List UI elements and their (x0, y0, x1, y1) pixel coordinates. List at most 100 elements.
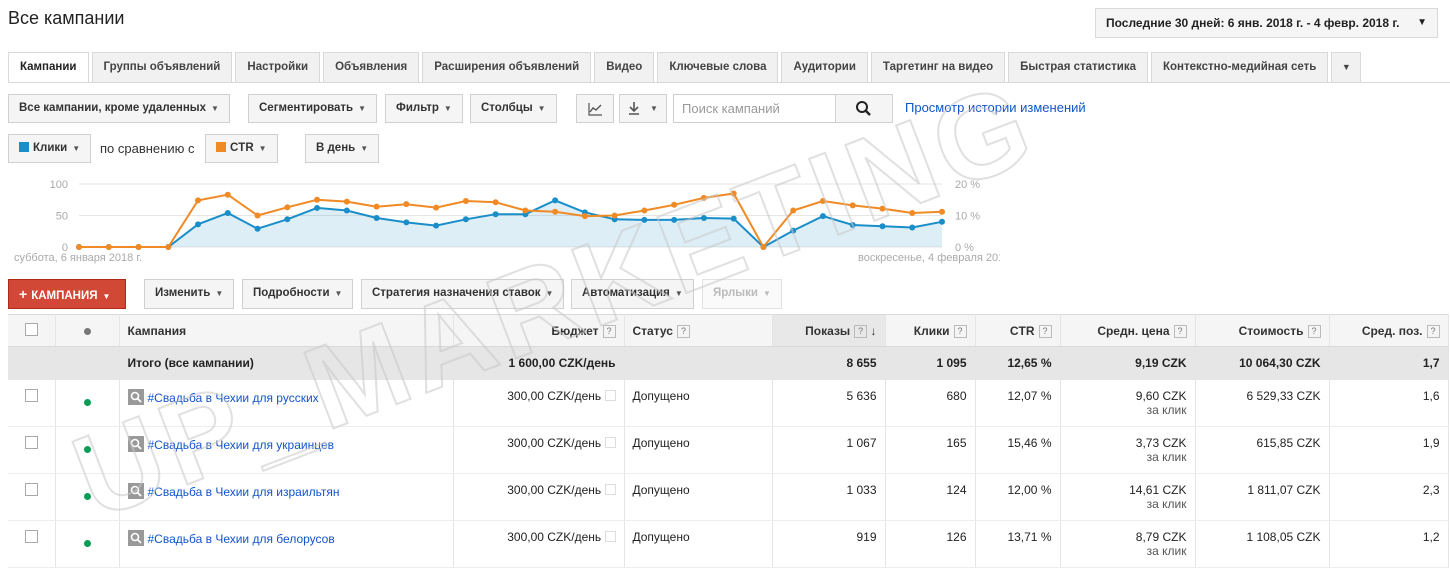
help-icon[interactable]: ? (1307, 324, 1321, 338)
avg-price-column-header[interactable]: Средн. цена? (1060, 314, 1196, 347)
tab-ads[interactable]: Объявления (323, 52, 420, 82)
row-checkbox[interactable] (24, 388, 38, 402)
row-status-cell (55, 520, 120, 568)
campaign-cell: #Свадьба в Чехии для белорусов (119, 520, 454, 568)
edit-budget-icon[interactable] (604, 389, 616, 401)
date-range-selector[interactable]: Последние 30 дней: 6 янв. 2018 г. - 4 фе… (1095, 8, 1438, 38)
data-point (641, 216, 648, 223)
tab-bar: Кампании Группы объявлений Настройки Объ… (8, 52, 1364, 83)
tab-ad-groups[interactable]: Группы объявлений (91, 52, 233, 82)
labels-dropdown[interactable]: Ярлыки ▼ (702, 279, 782, 309)
avg-price-cell: 3,73 CZK за клик (1060, 426, 1196, 474)
campaign-name-link[interactable]: #Свадьба в Чехии для украинцев (148, 438, 335, 452)
tab-more-dropdown[interactable]: ▼ (1331, 52, 1362, 82)
per-click-label: за клик (1146, 497, 1187, 511)
data-point (433, 204, 440, 211)
avg-price-value: 14,61 CZK (1129, 483, 1187, 497)
campaign-name-link[interactable]: #Свадьба в Чехии для израильтян (148, 485, 340, 499)
details-dropdown[interactable]: Подробности ▼ (242, 279, 354, 309)
status-cell: Допущено (624, 473, 773, 521)
segment-dropdown[interactable]: Сегментировать ▼ (248, 94, 378, 123)
right-tick-label: 20 % (955, 179, 980, 191)
edit-budget-icon[interactable] (604, 484, 616, 495)
data-point (373, 203, 380, 210)
cost-cell: 1 811,07 CZK (1195, 473, 1330, 521)
caret-down-icon: ▼ (537, 104, 546, 113)
avg-price-cell: 8,79 CZK за клик (1060, 520, 1196, 568)
tab-display-network[interactable]: Контекстно-медийная сеть (1150, 52, 1329, 82)
data-point (462, 216, 469, 223)
help-icon[interactable]: ? (1426, 324, 1440, 338)
add-campaign-button[interactable]: + КАМПАНИЯ ▼ (8, 279, 126, 309)
tab-settings[interactable]: Настройки (235, 52, 321, 82)
tab-quick-stats[interactable]: Быстрая статистика (1008, 52, 1148, 82)
help-icon[interactable]: ? (953, 324, 967, 338)
automation-dropdown[interactable]: Автоматизация ▼ (571, 279, 694, 309)
budget-cell: 300,00 CZK/день (453, 379, 625, 427)
details-label: Подробности (253, 287, 330, 299)
campaign-name-link[interactable]: #Свадьба в Чехии для белорусов (148, 532, 335, 546)
row-status-cell (55, 473, 120, 521)
data-point (671, 216, 678, 223)
data-point (819, 198, 826, 205)
status-cell: Допущено (624, 426, 773, 474)
select-all-checkbox[interactable] (24, 322, 38, 336)
campaign-filter-dropdown[interactable]: Все кампании, кроме удаленных ▼ (8, 94, 230, 123)
data-point (849, 221, 856, 228)
row-checkbox[interactable] (24, 483, 38, 496)
tab-keywords[interactable]: Ключевые слова (657, 52, 779, 82)
period-dropdown[interactable]: В день ▼ (305, 134, 380, 163)
data-point (195, 197, 202, 204)
tab-audiences[interactable]: Аудитории (781, 52, 868, 82)
budget-value: 300,00 CZK/день (507, 483, 602, 497)
help-icon[interactable]: ? (602, 324, 616, 338)
edit-budget-icon[interactable] (604, 531, 616, 542)
data-point (552, 208, 559, 215)
help-icon[interactable]: ? (1173, 324, 1187, 338)
table-header-row: Кампания Бюджет? Статус? Показы? ↓ Клики… (8, 314, 1449, 347)
tab-video-targeting[interactable]: Таргетинг на видео (870, 52, 1006, 82)
download-dropdown[interactable]: ▼ (619, 94, 667, 123)
row-checkbox[interactable] (24, 530, 38, 543)
columns-dropdown[interactable]: Столбцы ▼ (470, 94, 557, 123)
data-point (462, 198, 469, 205)
search-input[interactable]: Поиск кампаний (673, 94, 836, 123)
table-row: #Свадьба в Чехии для белорусов 300,00 CZK… (8, 520, 1449, 568)
help-icon[interactable]: ? (1038, 324, 1052, 338)
avg-pos-column-header[interactable]: Сред. поз.? (1329, 314, 1449, 347)
edit-budget-icon[interactable] (604, 437, 616, 448)
tab-video[interactable]: Видео (594, 52, 655, 82)
bid-strategy-dropdown[interactable]: Стратегия назначения ставок ▼ (361, 279, 565, 309)
change-history-link[interactable]: Просмотр истории изменений (905, 100, 1086, 115)
campaign-cell: #Свадьба в Чехии для русских (119, 379, 454, 427)
campaign-cell: #Свадьба в Чехии для украинцев (119, 426, 454, 474)
caret-down-icon: ▼ (358, 104, 367, 113)
help-icon[interactable]: ? (676, 324, 690, 338)
metric2-dropdown[interactable]: CTR ▼ (205, 134, 278, 163)
enabled-status-dot (83, 493, 91, 500)
tab-campaigns[interactable]: Кампании (8, 52, 89, 83)
data-point (403, 201, 410, 208)
search-button[interactable] (835, 94, 893, 123)
total-impressions: 8 655 (772, 346, 886, 380)
avg-price-value: 8,79 CZK (1135, 530, 1187, 544)
budget-column-header[interactable]: Бюджет? (453, 314, 625, 347)
help-icon[interactable]: ? (854, 324, 868, 338)
caret-down-icon: ▼ (215, 289, 224, 298)
data-point (760, 244, 767, 250)
status-column-header[interactable]: Статус? (624, 314, 773, 347)
impressions-column-header[interactable]: Показы? ↓ (772, 314, 886, 347)
cost-column-header[interactable]: Стоимость? (1195, 314, 1330, 347)
row-checkbox[interactable] (24, 436, 38, 449)
ctr-column-header[interactable]: CTR? (975, 314, 1061, 347)
metric1-dropdown[interactable]: Клики ▼ (8, 134, 92, 163)
caret-down-icon: ▼ (360, 144, 369, 153)
download-icon (629, 102, 639, 115)
filter-dropdown[interactable]: Фильтр ▼ (385, 94, 463, 123)
edit-dropdown[interactable]: Изменить ▼ (144, 279, 235, 309)
tab-ad-extensions[interactable]: Расширения объявлений (422, 52, 592, 82)
chart-toggle-button[interactable] (576, 94, 614, 123)
campaign-name-link[interactable]: #Свадьба в Чехии для русских (148, 391, 319, 405)
campaign-column-header[interactable]: Кампания (119, 314, 454, 347)
clicks-column-header[interactable]: Клики? (885, 314, 976, 347)
